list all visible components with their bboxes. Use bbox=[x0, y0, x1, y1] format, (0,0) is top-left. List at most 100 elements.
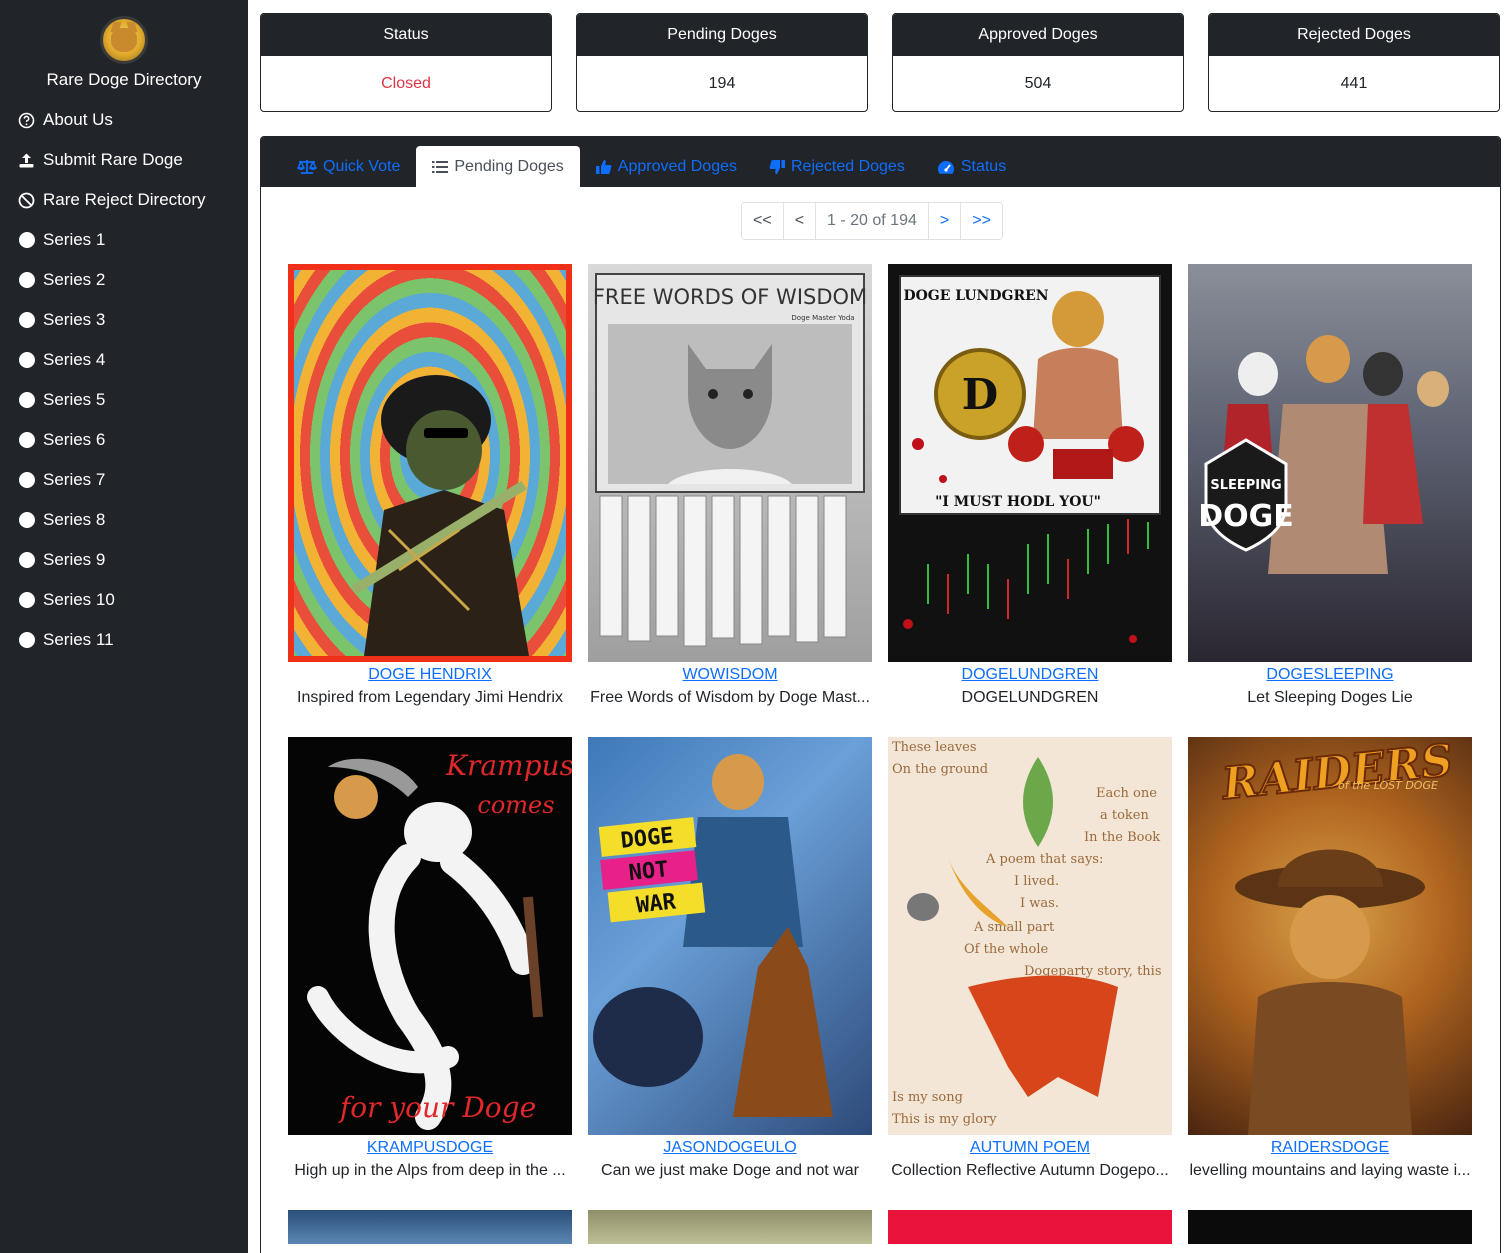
tab-status[interactable]: Status bbox=[921, 146, 1022, 187]
doge-name-link[interactable]: JASONDOGEULO bbox=[588, 1139, 872, 1157]
stat-card-value: 441 bbox=[1340, 75, 1368, 92]
main-content: Status Closed Pending Doges 194 Approved… bbox=[248, 0, 1510, 1253]
sidebar-item-label: Series 9 bbox=[43, 550, 106, 569]
stat-card-status: Status Closed bbox=[260, 13, 552, 112]
stat-card-title: Rejected Doges bbox=[1209, 14, 1499, 56]
tab-rejected-doges[interactable]: Rejected Doges bbox=[753, 146, 921, 187]
stat-card-rejected: Rejected Doges 441 bbox=[1208, 13, 1500, 112]
list-icon bbox=[432, 160, 449, 173]
circle-icon bbox=[18, 552, 35, 569]
pagination-first-button[interactable]: << bbox=[742, 203, 784, 239]
artwork-line-text: Is my song bbox=[892, 1090, 963, 1105]
doge-card: DOGE NOT WAR JASONDOGEULO Can we just ma… bbox=[588, 737, 872, 1180]
artwork-line-text: In the Book bbox=[1084, 830, 1160, 845]
doges-panel: Quick Vote Pending Doges Approved Doges … bbox=[260, 136, 1501, 1253]
pagination-prev-button[interactable]: < bbox=[784, 203, 817, 239]
sidebar-item-submit-rare-doge[interactable]: Submit Rare Doge bbox=[0, 140, 248, 180]
sidebar-item-label: Series 1 bbox=[43, 230, 106, 249]
tab-pending-doges[interactable]: Pending Doges bbox=[416, 146, 580, 187]
sidebar-item-series-11[interactable]: Series 11 bbox=[0, 620, 248, 660]
circle-icon bbox=[18, 352, 35, 369]
sidebar-item-label: Rare Reject Directory bbox=[43, 190, 206, 209]
sidebar-item-series-7[interactable]: Series 7 bbox=[0, 460, 248, 500]
doge-image[interactable]: Krampus comes for your Doge bbox=[288, 737, 572, 1135]
doge-card bbox=[888, 1210, 1172, 1244]
artwork-header-text: DOGE LUNDGREN bbox=[903, 288, 1048, 304]
sidebar-item-series-2[interactable]: Series 2 bbox=[0, 260, 248, 300]
pagination-next-button[interactable]: > bbox=[929, 203, 962, 239]
doge-name-link[interactable]: RAIDERSDOGE bbox=[1188, 1139, 1472, 1157]
doge-image[interactable]: DOGE NOT WAR bbox=[588, 737, 872, 1135]
tab-quick-vote[interactable]: Quick Vote bbox=[281, 146, 416, 187]
question-circle-icon bbox=[18, 112, 35, 129]
doge-description: High up in the Alps from deep in the ... bbox=[294, 1162, 566, 1179]
sidebar-item-label: Series 3 bbox=[43, 310, 106, 329]
sidebar-item-series-6[interactable]: Series 6 bbox=[0, 420, 248, 460]
doge-card: DOGE HENDRIX Inspired from Legendary Jim… bbox=[288, 264, 572, 707]
sidebar-item-series-9[interactable]: Series 9 bbox=[0, 540, 248, 580]
sidebar-item-series-8[interactable]: Series 8 bbox=[0, 500, 248, 540]
doge-image[interactable]: RAIDERS of the LOST DOGE bbox=[1188, 737, 1472, 1135]
tab-label: Approved Doges bbox=[617, 157, 737, 175]
pagination-last-button[interactable]: >> bbox=[961, 203, 1002, 239]
doge-card: These leaves On the ground Each one a to… bbox=[888, 737, 1172, 1180]
sidebar-item-label: About Us bbox=[43, 110, 113, 129]
artwork-line-text: Krampus bbox=[445, 749, 572, 782]
tachometer-icon bbox=[937, 160, 954, 174]
doge-name-link[interactable]: WOWISDOM bbox=[588, 666, 872, 684]
artwork-title-text: RAIDERS bbox=[1218, 737, 1455, 810]
stat-card-title: Approved Doges bbox=[893, 14, 1183, 56]
stat-card-value: Closed bbox=[381, 75, 431, 92]
doge-image[interactable] bbox=[288, 1210, 572, 1244]
tab-approved-doges[interactable]: Approved Doges bbox=[580, 146, 753, 187]
doge-name-link[interactable]: DOGESLEEPING bbox=[1188, 666, 1472, 684]
tab-label: Quick Vote bbox=[323, 157, 401, 175]
artwork-line-text: DOGE bbox=[1198, 499, 1294, 534]
doge-card bbox=[588, 1210, 872, 1244]
artwork-line-text: A poem that says: bbox=[985, 852, 1103, 867]
doge-description: Free Words of Wisdom by Doge Mast... bbox=[590, 689, 870, 706]
sidebar-item-series-4[interactable]: Series 4 bbox=[0, 340, 248, 380]
sidebar-item-series-5[interactable]: Series 5 bbox=[0, 380, 248, 420]
artwork-line-text: Of the whole bbox=[964, 942, 1049, 957]
doge-image[interactable] bbox=[588, 1210, 872, 1244]
doge-image[interactable]: FREE WORDS OF WISDOM Doge Master Yoda bbox=[588, 264, 872, 662]
doge-name-link[interactable]: AUTUMN POEM bbox=[888, 1139, 1172, 1157]
sidebar-item-label: Series 2 bbox=[43, 270, 106, 289]
doge-image[interactable]: DOGE LUNDGREN D "I MUST HODL YOU" bbox=[888, 264, 1172, 662]
thumbs-down-icon bbox=[769, 159, 785, 174]
sidebar-item-series-3[interactable]: Series 3 bbox=[0, 300, 248, 340]
sidebar-item-label: Series 7 bbox=[43, 470, 106, 489]
sidebar-item-series-1[interactable]: Series 1 bbox=[0, 220, 248, 260]
doge-image[interactable]: These leaves On the ground Each one a to… bbox=[888, 737, 1172, 1135]
doge-description: Let Sleeping Doges Lie bbox=[1247, 689, 1413, 706]
artwork-line-text: for your Doge bbox=[338, 1091, 536, 1124]
sidebar-item-label: Series 10 bbox=[43, 590, 115, 609]
doge-description: Inspired from Legendary Jimi Hendrix bbox=[297, 689, 563, 706]
artwork-line-text: A small part bbox=[973, 920, 1055, 935]
doge-image[interactable] bbox=[288, 264, 572, 662]
doge-image[interactable] bbox=[1188, 1210, 1472, 1244]
artwork-sub-text: of the LOST DOGE bbox=[1338, 779, 1438, 792]
circle-icon bbox=[18, 272, 35, 289]
doge-name-link[interactable]: DOGELUNDGREN bbox=[888, 666, 1172, 684]
sidebar-item-label: Series 8 bbox=[43, 510, 106, 529]
tab-label: Rejected Doges bbox=[790, 157, 905, 175]
stat-card-value: 194 bbox=[708, 75, 736, 92]
sidebar-item-about-us[interactable]: About Us bbox=[0, 100, 248, 140]
artwork-line-text: This is my glory bbox=[892, 1112, 997, 1127]
stat-card-title: Status bbox=[261, 14, 551, 56]
doge-image[interactable]: SLEEPING DOGE bbox=[1188, 264, 1472, 662]
doge-description: Collection Reflective Autumn Dogepo... bbox=[891, 1162, 1169, 1179]
sidebar-item-series-10[interactable]: Series 10 bbox=[0, 580, 248, 620]
doge-name-link[interactable]: KRAMPUSDOGE bbox=[288, 1139, 572, 1157]
artwork-line-text: On the ground bbox=[892, 762, 988, 777]
artwork-line-text: I lived. bbox=[1014, 874, 1059, 889]
circle-icon bbox=[18, 472, 35, 489]
sidebar-item-rare-reject-directory[interactable]: Rare Reject Directory bbox=[0, 180, 248, 220]
doge-name-link[interactable]: DOGE HENDRIX bbox=[288, 666, 572, 684]
doge-card: DOGE LUNDGREN D "I MUST HODL YOU" DOGELU… bbox=[888, 264, 1172, 707]
brand[interactable]: Rare Doge Directory bbox=[0, 0, 248, 90]
doge-description: DOGELUNDGREN bbox=[961, 689, 1099, 706]
doge-image[interactable] bbox=[888, 1210, 1172, 1244]
